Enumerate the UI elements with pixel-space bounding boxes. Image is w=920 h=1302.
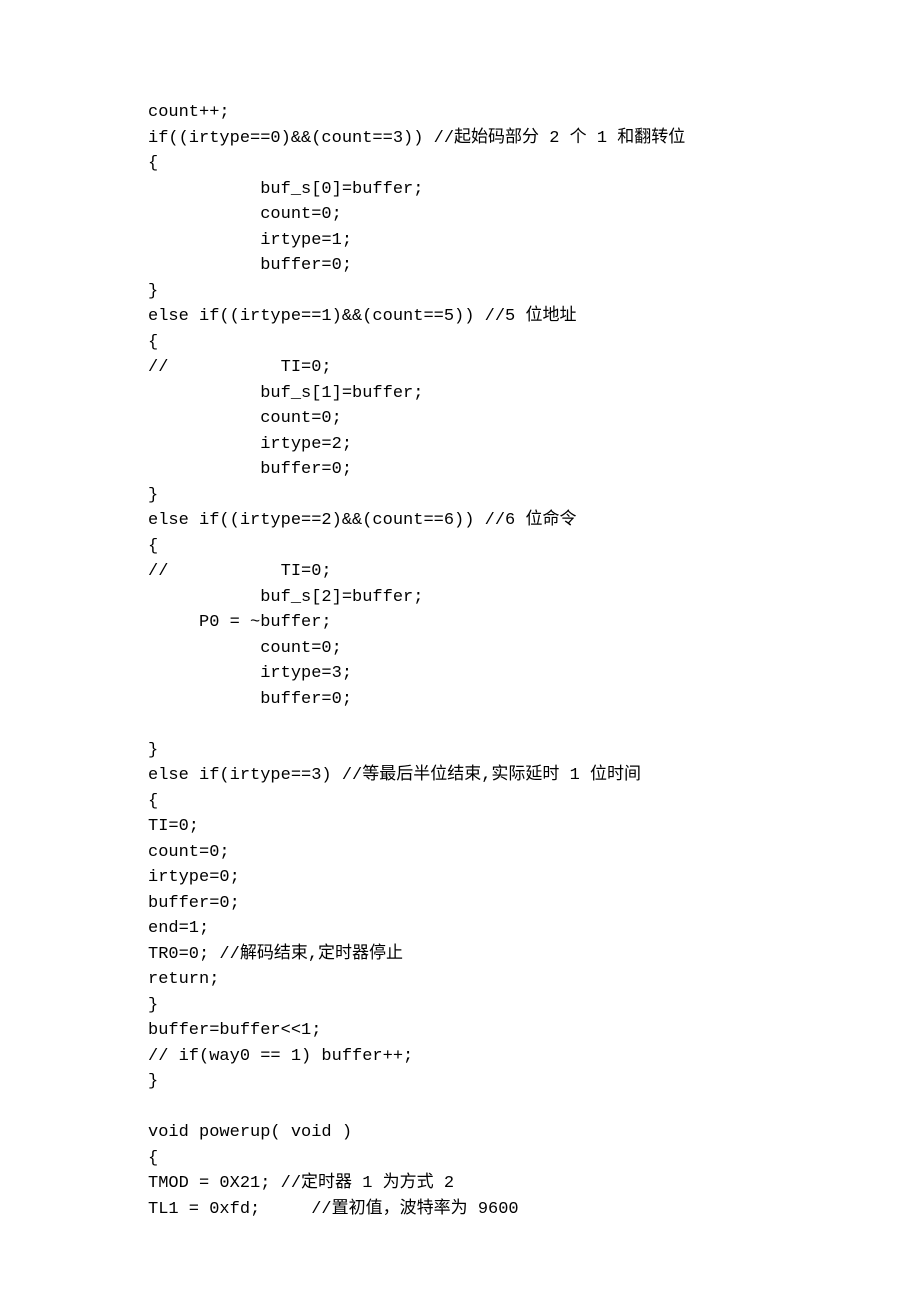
code-line: count=0; xyxy=(148,639,342,658)
code-line: count++; xyxy=(148,103,230,122)
code-line: count=0; xyxy=(148,205,342,224)
code-line: irtype=1; xyxy=(148,231,352,250)
code-line: count=0; xyxy=(148,843,230,862)
code-line: else if(irtype==3) //等最后半位结束,实际延时 1 位时间 xyxy=(148,766,641,785)
code-line: else if((irtype==2)&&(count==6)) //6 位命令 xyxy=(148,511,576,530)
code-line: buffer=0; xyxy=(148,256,352,275)
document-page: count++; if((irtype==0)&&(count==3)) //起… xyxy=(0,0,920,1302)
code-line: TMOD = 0X21; //定时器 1 为方式 2 xyxy=(148,1174,454,1193)
code-line: TI=0; xyxy=(148,817,199,836)
code-line: { xyxy=(148,154,158,173)
code-line: P0 = ~buffer; xyxy=(148,613,332,632)
code-line: return; xyxy=(148,970,219,989)
code-line: buffer=0; xyxy=(148,690,352,709)
code-line: buffer=buffer<<1; xyxy=(148,1021,321,1040)
code-line: // TI=0; xyxy=(148,358,332,377)
code-line: // if(way0 == 1) buffer++; xyxy=(148,1047,413,1066)
code-line: { xyxy=(148,333,158,352)
code-line: } xyxy=(148,486,158,505)
code-line: TL1 = 0xfd; //置初值，波特率为 9600 xyxy=(148,1200,519,1219)
code-line: } xyxy=(148,741,158,760)
code-line: { xyxy=(148,1149,158,1168)
code-line: irtype=0; xyxy=(148,868,240,887)
code-line: else if((irtype==1)&&(count==5)) //5 位地址 xyxy=(148,307,576,326)
code-line: buf_s[1]=buffer; xyxy=(148,384,423,403)
code-line: void powerup( void ) xyxy=(148,1123,352,1142)
code-line: buf_s[2]=buffer; xyxy=(148,588,423,607)
code-line: count=0; xyxy=(148,409,342,428)
code-line: { xyxy=(148,537,158,556)
code-line: // TI=0; xyxy=(148,562,332,581)
code-line: buffer=0; xyxy=(148,460,352,479)
code-line: buf_s[0]=buffer; xyxy=(148,180,423,199)
code-line: end=1; xyxy=(148,919,209,938)
code-line: TR0=0; //解码结束,定时器停止 xyxy=(148,945,403,964)
code-line: if((irtype==0)&&(count==3)) //起始码部分 2 个 … xyxy=(148,129,685,148)
code-line: } xyxy=(148,282,158,301)
code-line: { xyxy=(148,792,158,811)
code-line: } xyxy=(148,1072,158,1091)
code-line: irtype=2; xyxy=(148,435,352,454)
code-line: buffer=0; xyxy=(148,894,240,913)
code-line: irtype=3; xyxy=(148,664,352,683)
code-line: } xyxy=(148,996,158,1015)
